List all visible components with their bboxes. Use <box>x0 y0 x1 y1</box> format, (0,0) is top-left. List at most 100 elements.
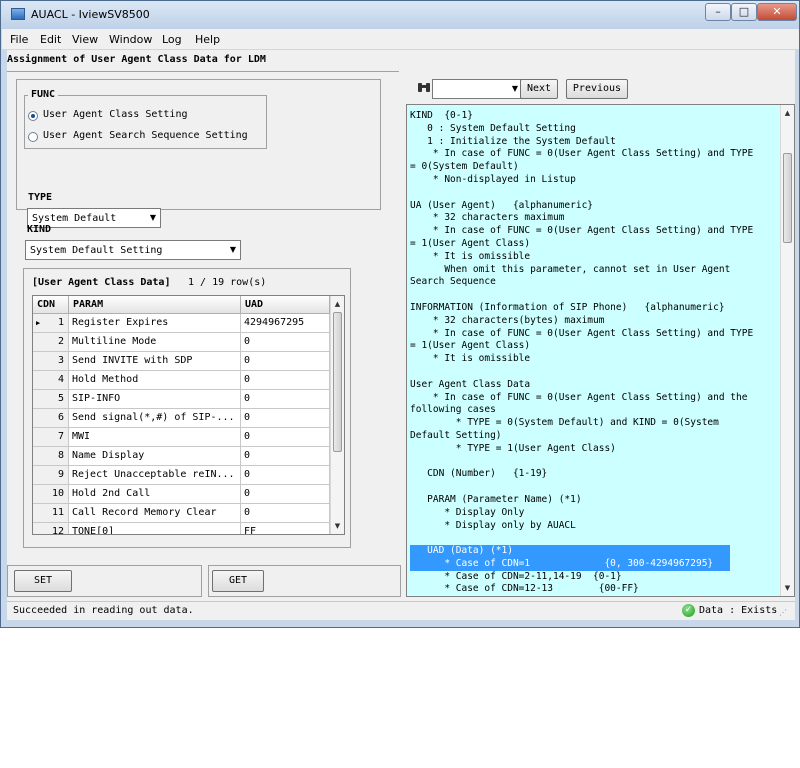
param-cell[interactable]: Hold 2nd Call <box>69 485 241 504</box>
uad-cell[interactable]: 4294967295 <box>241 314 330 333</box>
help-line: KIND {0-1} <box>410 110 473 121</box>
help-line: * Display Only <box>410 506 525 518</box>
data-status: Data : Exists <box>699 605 778 616</box>
table-row[interactable]: 3 Send INVITE with SDP 0 <box>33 352 330 371</box>
kind-select[interactable]: System Default Setting ▼ <box>25 240 241 260</box>
menu-window[interactable]: Window <box>109 33 152 46</box>
help-line: = 0(System Default) <box>410 161 519 173</box>
uad-cell[interactable]: 0 <box>241 409 330 428</box>
param-cell[interactable]: MWI <box>69 428 241 447</box>
previous-button[interactable]: Previous <box>566 79 628 99</box>
uad-cell[interactable]: 0 <box>241 390 330 409</box>
cdn-cell[interactable]: 7 <box>33 428 69 447</box>
table-row[interactable]: 7 MWI 0 <box>33 428 330 447</box>
param-cell[interactable]: Reject Unacceptable reIN... <box>69 466 241 485</box>
table-row[interactable]: 10 Hold 2nd Call 0 <box>33 485 330 504</box>
menu-help[interactable]: Help <box>195 33 220 46</box>
param-cell[interactable]: TONE[0] <box>69 523 241 534</box>
type-label: TYPE <box>28 192 53 203</box>
cdn-cell[interactable]: 5 <box>33 390 69 409</box>
cdn-cell[interactable]: 6 <box>33 409 69 428</box>
help-line: * Case of CDN=1 {0, 300-4294967295} <box>410 557 730 571</box>
radio-label-ua-search-sequence[interactable]: User Agent Search Sequence Setting <box>43 130 248 141</box>
table-row[interactable]: 5 SIP-INFO 0 <box>33 390 330 409</box>
table-row[interactable]: 2 Multiline Mode 0 <box>33 333 330 352</box>
menu-view[interactable]: View <box>72 33 98 46</box>
uad-cell[interactable]: FF <box>241 523 330 534</box>
param-cell[interactable]: Send signal(*,#) of SIP-... <box>69 409 241 428</box>
table-row[interactable]: 9 Reject Unacceptable reIN... 0 <box>33 466 330 485</box>
app-window: AUACL - IviewSV8500 – □ ✕ File Edit View… <box>0 0 800 628</box>
scroll-thumb[interactable] <box>783 153 792 243</box>
cdn-cell[interactable]: 12 <box>33 523 69 534</box>
column-header-param[interactable]: PARAM <box>69 296 241 314</box>
uad-cell[interactable]: 0 <box>241 466 330 485</box>
menu-edit[interactable]: Edit <box>40 33 61 46</box>
table-row[interactable]: 6 Send signal(*,#) of SIP-... 0 <box>33 409 330 428</box>
table-row[interactable]: 4 Hold Method 0 <box>33 371 330 390</box>
uad-cell[interactable]: 0 <box>241 447 330 466</box>
title-bar[interactable]: AUACL - IviewSV8500 – □ ✕ <box>1 1 799 29</box>
param-cell[interactable]: SIP-INFO <box>69 390 241 409</box>
help-scrollbar[interactable]: ▲ ▼ <box>780 105 794 596</box>
cdn-cell[interactable]: 4 <box>33 371 69 390</box>
search-input[interactable]: ▼ <box>432 79 523 99</box>
param-cell[interactable]: Send INVITE with SDP <box>69 352 241 371</box>
cdn-cell[interactable]: 8 <box>33 447 69 466</box>
uad-cell[interactable]: 0 <box>241 504 330 523</box>
help-text-area[interactable]: KIND {0-1} 0 : System Default Setting 1 … <box>406 104 795 597</box>
close-button[interactable]: ✕ <box>757 3 797 21</box>
set-panel: SET <box>7 565 202 597</box>
set-button[interactable]: SET <box>14 570 72 592</box>
uad-cell[interactable]: 0 <box>241 485 330 504</box>
table-row[interactable]: 11 Call Record Memory Clear 0 <box>33 504 330 523</box>
help-line: When omit this parameter, cannot set in … <box>410 263 731 275</box>
menu-log[interactable]: Log <box>162 33 182 46</box>
param-cell[interactable]: Hold Method <box>69 371 241 390</box>
column-header-uad[interactable]: UAD <box>241 296 330 314</box>
help-line: * In case of FUNC = 0(User Agent Class S… <box>410 391 748 403</box>
radio-ua-class-setting[interactable] <box>28 111 38 121</box>
table-row[interactable]: 8 Name Display 0 <box>33 447 330 466</box>
cdn-cell[interactable]: 11 <box>33 504 69 523</box>
uad-cell[interactable]: 0 <box>241 352 330 371</box>
help-line: 1 : Initialize the System Default <box>410 135 616 147</box>
scroll-up-icon[interactable]: ▲ <box>331 296 344 312</box>
table-row[interactable]: ▶ 1 Register Expires 4294967295 <box>33 314 330 333</box>
help-line: * 32 characters maximum <box>410 212 565 224</box>
help-line: UAD (Data) (*1) <box>410 545 730 558</box>
param-cell[interactable]: Name Display <box>69 447 241 466</box>
column-header-cdn[interactable]: CDN <box>33 296 69 314</box>
uad-cell[interactable]: 0 <box>241 371 330 390</box>
uad-cell[interactable]: 0 <box>241 428 330 447</box>
cdn-cell[interactable]: 2 <box>33 333 69 352</box>
param-cell[interactable]: Register Expires <box>69 314 241 333</box>
param-cell[interactable]: Multiline Mode <box>69 333 241 352</box>
grid-scrollbar[interactable]: ▲ ▼ <box>330 296 344 534</box>
func-options-box: User Agent Class Setting User Agent Sear… <box>24 95 267 149</box>
ua-class-data-group: [User Agent Class Data] 1 / 19 row(s) CD… <box>23 268 351 548</box>
minimize-button[interactable]: – <box>705 3 731 21</box>
param-cell[interactable]: Call Record Memory Clear <box>69 504 241 523</box>
cdn-cell[interactable]: 10 <box>33 485 69 504</box>
cdn-cell[interactable]: 3 <box>33 352 69 371</box>
get-button[interactable]: GET <box>212 570 264 592</box>
cdn-cell[interactable]: 9 <box>33 466 69 485</box>
help-text: KIND {0-1} 0 : System Default Setting 1 … <box>410 110 776 596</box>
scroll-up-icon[interactable]: ▲ <box>781 105 794 121</box>
scroll-down-icon[interactable]: ▼ <box>781 580 794 596</box>
table-row[interactable]: 12 TONE[0] FF <box>33 523 330 534</box>
maximize-button[interactable]: □ <box>731 3 757 21</box>
radio-label-ua-class-setting[interactable]: User Agent Class Setting <box>43 109 188 120</box>
menu-file[interactable]: File <box>10 33 28 46</box>
cdn-cell[interactable]: ▶ 1 <box>33 314 69 333</box>
binoculars-icon <box>417 81 431 96</box>
menu-bar: File Edit View Window Log Help <box>2 29 799 49</box>
resize-grip-icon[interactable]: ⋰ <box>779 608 787 617</box>
uad-cell[interactable]: 0 <box>241 333 330 352</box>
radio-ua-search-sequence[interactable] <box>28 132 38 142</box>
scroll-down-icon[interactable]: ▼ <box>331 518 344 534</box>
scroll-thumb[interactable] <box>333 312 342 452</box>
next-button[interactable]: Next <box>520 79 558 99</box>
window-title: AUACL - IviewSV8500 <box>31 8 150 21</box>
